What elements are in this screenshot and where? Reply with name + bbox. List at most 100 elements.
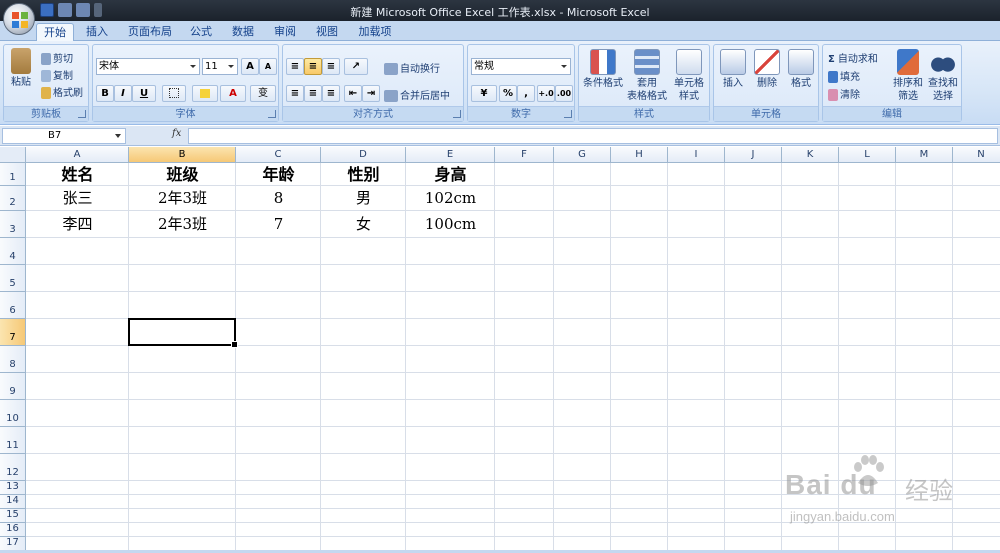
column-header-c[interactable]: C — [236, 147, 321, 163]
header-cell-e1[interactable]: 身高 — [406, 163, 495, 186]
column-header-j[interactable]: J — [725, 147, 782, 163]
format-painter-button[interactable]: 格式刷 — [41, 84, 83, 99]
fill-button[interactable]: 填充 — [828, 68, 860, 83]
data-cell-e2[interactable]: 102cm — [406, 186, 495, 211]
formula-input[interactable] — [188, 128, 998, 144]
header-cell-b1[interactable]: 班级 — [129, 163, 236, 186]
clear-button[interactable]: 清除 — [828, 86, 860, 101]
undo-icon[interactable] — [58, 3, 72, 17]
conditional-format-button[interactable]: 条件格式 — [581, 49, 625, 90]
wrap-text-button[interactable]: 自动换行 — [384, 60, 440, 75]
number-format-select[interactable]: 常规 — [471, 58, 571, 75]
column-header-d[interactable]: D — [321, 147, 406, 163]
bold-button[interactable]: B — [96, 85, 114, 102]
row-header-3[interactable]: 3 — [0, 211, 26, 238]
row-header-4[interactable]: 4 — [0, 238, 26, 265]
tab-formulas[interactable]: 公式 — [184, 23, 218, 41]
row-header-12[interactable]: 12 — [0, 454, 26, 481]
increase-indent-button[interactable]: ⇥ — [362, 85, 380, 102]
row-header-9[interactable]: 9 — [0, 373, 26, 400]
percent-button[interactable]: % — [499, 85, 517, 102]
tab-view[interactable]: 视图 — [310, 23, 344, 41]
data-cell-d2[interactable]: 男 — [321, 186, 406, 211]
data-cell-d3[interactable]: 女 — [321, 211, 406, 238]
orientation-button[interactable]: ↗ — [344, 58, 368, 75]
data-cell-a2[interactable]: 张三 — [26, 186, 129, 211]
border-button[interactable] — [162, 85, 186, 102]
grow-font-button[interactable]: A — [241, 58, 259, 75]
align-bottom-button[interactable]: ≡ — [322, 58, 340, 75]
column-header-n[interactable]: N — [953, 147, 1000, 163]
tab-insert[interactable]: 插入 — [80, 23, 114, 41]
row-header-6[interactable]: 6 — [0, 292, 26, 319]
sort-filter-button[interactable]: 排序和 筛选 — [891, 49, 925, 103]
row-header-15[interactable]: 15 — [0, 509, 26, 523]
tab-addins[interactable]: 加载项 — [352, 23, 398, 41]
header-cell-c1[interactable]: 年龄 — [236, 163, 321, 186]
align-left-button[interactable]: ≡ — [286, 85, 304, 102]
align-center-button[interactable]: ≡ — [304, 85, 322, 102]
insert-function-icon[interactable]: fx — [172, 128, 181, 139]
data-cell-c3[interactable]: 7 — [236, 211, 321, 238]
row-header-8[interactable]: 8 — [0, 346, 26, 373]
column-header-k[interactable]: K — [782, 147, 839, 163]
row-header-16[interactable]: 16 — [0, 523, 26, 537]
data-cell-c2[interactable]: 8 — [236, 186, 321, 211]
row-header-17[interactable]: 17 — [0, 537, 26, 550]
row-header-1[interactable]: 1 — [0, 163, 26, 186]
column-header-a[interactable]: A — [26, 147, 129, 163]
row-header-7[interactable]: 7 — [0, 319, 26, 346]
align-middle-button[interactable]: ≡ — [304, 58, 322, 75]
row-header-13[interactable]: 13 — [0, 481, 26, 495]
align-top-button[interactable]: ≡ — [286, 58, 304, 75]
tab-review[interactable]: 审阅 — [268, 23, 302, 41]
cell-styles-button[interactable]: 单元格 样式 — [669, 49, 709, 103]
tab-data[interactable]: 数据 — [226, 23, 260, 41]
paste-button[interactable]: 粘贴 — [7, 48, 35, 89]
active-cell-cursor[interactable] — [128, 318, 238, 348]
find-select-button[interactable]: 查找和 选择 — [925, 49, 961, 103]
comma-button[interactable]: , — [517, 85, 535, 102]
redo-icon[interactable] — [76, 3, 90, 17]
shrink-font-button[interactable]: A — [259, 58, 277, 75]
row-header-11[interactable]: 11 — [0, 427, 26, 454]
data-cell-e3[interactable]: 100cm — [406, 211, 495, 238]
autosum-button[interactable]: Σ 自动求和 — [828, 50, 878, 65]
insert-cells-button[interactable]: 插入 — [717, 49, 749, 90]
align-right-button[interactable]: ≡ — [322, 85, 340, 102]
customize-toolbar-icon[interactable] — [94, 3, 102, 17]
alignment-launcher-icon[interactable] — [453, 110, 461, 118]
delete-cells-button[interactable]: 删除 — [751, 49, 783, 90]
column-header-g[interactable]: G — [554, 147, 611, 163]
column-header-i[interactable]: I — [668, 147, 725, 163]
save-icon[interactable] — [40, 3, 54, 17]
format-as-table-button[interactable]: 套用 表格格式 — [625, 49, 669, 103]
data-cell-a3[interactable]: 李四 — [26, 211, 129, 238]
clipboard-launcher-icon[interactable] — [78, 110, 86, 118]
cut-button[interactable]: 剪切 — [41, 50, 73, 65]
row-header-10[interactable]: 10 — [0, 400, 26, 427]
decrease-decimal-button[interactable]: .00 — [555, 85, 573, 102]
column-header-b[interactable]: B — [129, 147, 236, 163]
column-header-l[interactable]: L — [839, 147, 896, 163]
name-box[interactable]: B7 — [2, 128, 126, 144]
tab-page-layout[interactable]: 页面布局 — [124, 23, 176, 41]
phonetic-button[interactable]: 变 — [250, 85, 276, 102]
underline-button[interactable]: U — [132, 85, 156, 102]
copy-button[interactable]: 复制 — [41, 67, 73, 82]
font-size-select[interactable]: 11 — [202, 58, 238, 75]
column-header-h[interactable]: H — [611, 147, 668, 163]
data-cell-b2[interactable]: 2年3班 — [129, 186, 236, 211]
accounting-button[interactable]: ¥ — [471, 85, 497, 102]
row-header-5[interactable]: 5 — [0, 265, 26, 292]
data-cell-b3[interactable]: 2年3班 — [129, 211, 236, 238]
fill-color-button[interactable] — [192, 85, 218, 102]
select-all-corner[interactable] — [0, 147, 26, 163]
italic-button[interactable]: I — [114, 85, 132, 102]
increase-decimal-button[interactable]: +.0 — [537, 85, 555, 102]
column-header-f[interactable]: F — [495, 147, 554, 163]
number-launcher-icon[interactable] — [564, 110, 572, 118]
font-name-select[interactable]: 宋体 — [96, 58, 200, 75]
font-color-button[interactable]: A — [220, 85, 246, 102]
row-header-14[interactable]: 14 — [0, 495, 26, 509]
